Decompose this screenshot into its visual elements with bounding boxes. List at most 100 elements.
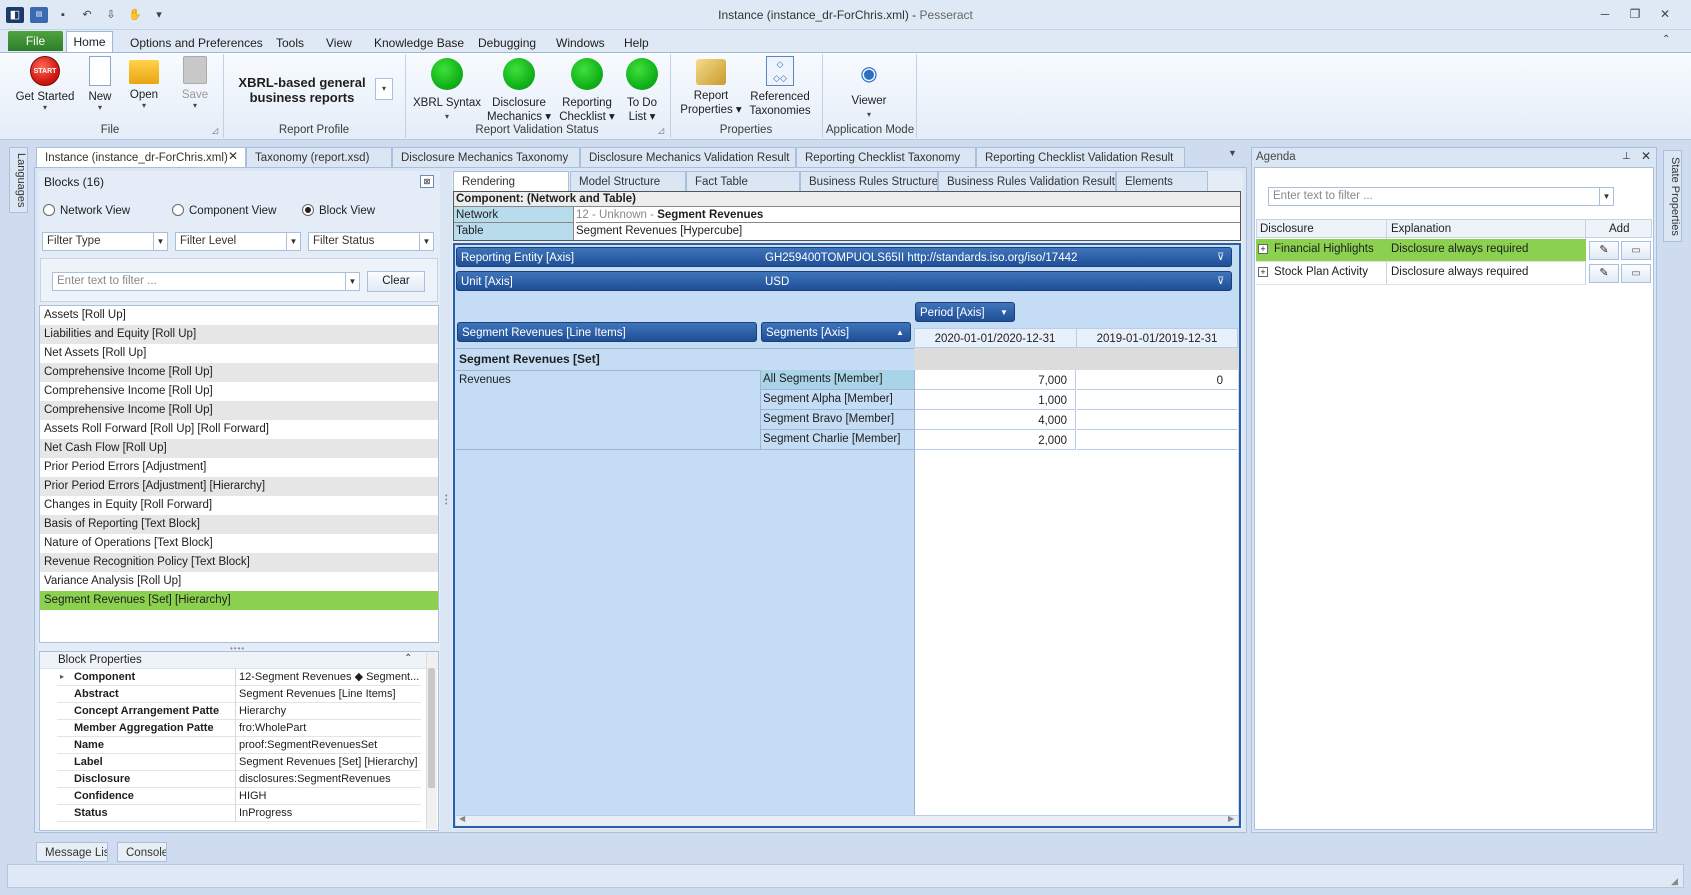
tab-business-rules-validation[interactable]: Business Rules Validation Results (938, 171, 1116, 191)
block-list-item[interactable]: Net Cash Flow [Roll Up] (40, 439, 438, 458)
tab-list-dropdown-icon[interactable]: ▼ (1228, 148, 1237, 158)
get-started-button[interactable]: START Get Started ▾ (14, 56, 76, 112)
tab-taxonomy[interactable]: Taxonomy (report.xsd) (246, 147, 392, 167)
tab-reporting-checklist-taxonomy[interactable]: Reporting Checklist Taxonomy (796, 147, 976, 167)
column-add[interactable]: Add (1609, 220, 1629, 238)
tab-home[interactable]: Home (66, 31, 113, 53)
tab-reporting-checklist-validation[interactable]: Reporting Checklist Validation Result (976, 147, 1185, 167)
state-properties-side-tab[interactable]: State Properties (1663, 150, 1682, 242)
filter-level-combo[interactable]: Filter Level ▼ (175, 232, 301, 251)
disclosure-mechanics-button[interactable]: Disclosure Mechanics ▾ (484, 56, 554, 124)
to-do-list-button[interactable]: To Do List ▾ (616, 56, 668, 124)
new-button[interactable]: New ▾ (84, 56, 116, 112)
tab-options[interactable]: Options and Preferences (130, 34, 263, 52)
dialog-launcher-icon[interactable]: ◿ (658, 126, 664, 135)
scroll-right-icon[interactable]: ▶ (1228, 814, 1234, 823)
tab-tools[interactable]: Tools (276, 34, 304, 52)
filter-type-combo[interactable]: Filter Type ▼ (42, 232, 168, 251)
viewer-button[interactable]: ◉ Viewer ▾ (832, 56, 906, 119)
close-agenda-icon[interactable]: ✕ (1641, 149, 1651, 163)
property-value[interactable]: Hierarchy (235, 703, 421, 720)
property-row[interactable]: Concept Arrangement Patte Hierarchy (57, 703, 421, 720)
collapse-icon[interactable]: ⌃ (404, 653, 412, 664)
add-wand-button[interactable]: ✎ (1589, 264, 1619, 283)
block-list-item[interactable]: Comprehensive Income [Roll Up] (40, 363, 438, 382)
report-profile-dropdown[interactable]: ▾ (375, 78, 393, 100)
close-tab-icon[interactable]: ✕ (228, 149, 238, 163)
property-row[interactable]: Component 12-Segment Revenues ◆ Segment..… (57, 669, 421, 686)
tab-elements[interactable]: Elements (1116, 171, 1208, 191)
customize-icon[interactable]: ▾ (150, 7, 168, 23)
scroll-left-icon[interactable]: ◀ (459, 814, 465, 823)
value-2019[interactable] (1077, 430, 1237, 450)
tab-business-rules-structure[interactable]: Business Rules Structure (800, 171, 938, 191)
property-row[interactable]: Name proof:SegmentRevenuesSet (57, 737, 421, 754)
value-2019[interactable]: 0 (1077, 370, 1237, 390)
value-2020[interactable]: 2,000 (915, 430, 1076, 450)
tab-windows[interactable]: Windows (556, 34, 605, 52)
tab-disclosure-mechanics-validation[interactable]: Disclosure Mechanics Validation Result (580, 147, 796, 167)
minimize-button[interactable]: ─ (1594, 6, 1616, 22)
block-list-item[interactable]: Liabilities and Equity [Roll Up] (40, 325, 438, 344)
property-row[interactable]: Member Aggregation Patte fro:WholePart (57, 720, 421, 737)
block-list-item[interactable]: Variance Analysis [Roll Up] (40, 572, 438, 591)
property-row[interactable]: Status InProgress (57, 805, 421, 822)
property-value[interactable]: Segment Revenues [Set] [Hierarchy] (235, 754, 421, 771)
tab-model-structure[interactable]: Model Structure (570, 171, 686, 191)
block-list-item[interactable]: Nature of Operations [Text Block] (40, 534, 438, 553)
property-row[interactable]: Disclosure disclosures:SegmentRevenues (57, 771, 421, 788)
tab-knowledge-base[interactable]: Knowledge Base (374, 34, 464, 52)
block-list-item[interactable]: Assets [Roll Up] (40, 306, 438, 325)
expand-icon[interactable]: + (1258, 244, 1268, 254)
add-wand-button[interactable]: ✎ (1589, 241, 1619, 260)
value-2019[interactable] (1077, 410, 1237, 430)
export-icon[interactable]: ⇩ (102, 7, 120, 23)
tab-disclosure-mechanics-taxonomy[interactable]: Disclosure Mechanics Taxonomy (392, 147, 580, 167)
unit-axis[interactable]: Unit [Axis] USD ⊽ (456, 271, 1232, 291)
value-2020[interactable]: 1,000 (915, 390, 1076, 410)
network-view-radio[interactable]: Network View (43, 204, 130, 217)
property-value[interactable]: disclosures:SegmentRevenues (235, 771, 421, 788)
xbrl-syntax-button[interactable]: XBRL Syntax ▾ (412, 56, 482, 121)
app-icon[interactable]: ◧ (6, 7, 24, 23)
property-value[interactable]: HIGH (235, 788, 421, 805)
close-button[interactable]: ✕ (1654, 6, 1676, 22)
add-form-button[interactable]: ▭ (1621, 264, 1651, 283)
value-2020[interactable]: 7,000 (915, 370, 1076, 390)
dialog-launcher-icon[interactable]: ◿ (212, 126, 218, 135)
block-list-item[interactable]: Changes in Equity [Roll Forward] (40, 496, 438, 515)
pan-icon[interactable]: ✋ (126, 7, 144, 23)
block-list-item[interactable]: Prior Period Errors [Adjustment] (40, 458, 438, 477)
tab-fact-table[interactable]: Fact Table (686, 171, 800, 191)
tab-console[interactable]: Console (117, 842, 167, 862)
filter-status-combo[interactable]: Filter Status ▼ (308, 232, 434, 251)
expand-icon[interactable]: + (1258, 267, 1268, 277)
clear-button[interactable]: Clear (367, 271, 425, 292)
reporting-entity-axis[interactable]: Reporting Entity [Axis] GH259400TOMPUOLS… (456, 247, 1232, 267)
segments-axis[interactable]: Segments [Axis] ▲ (761, 322, 911, 342)
add-form-button[interactable]: ▭ (1621, 241, 1651, 260)
property-row[interactable]: Abstract Segment Revenues [Line Items] (57, 686, 421, 703)
vertical-splitter-grip[interactable]: • • • (445, 493, 447, 508)
save-button[interactable]: Save ▾ (178, 56, 212, 110)
block-list-item[interactable]: Revenue Recognition Policy [Text Block] (40, 553, 438, 572)
report-properties-button[interactable]: Report Properties ▾ (676, 56, 746, 117)
value-2019[interactable] (1077, 390, 1237, 410)
expand-icon[interactable]: ▸ (60, 669, 64, 685)
column-disclosure[interactable]: Disclosure (1260, 220, 1314, 238)
resize-grip-icon[interactable]: ◢ (1671, 876, 1678, 887)
agenda-filter-input[interactable]: Enter text to filter ... ▼ (1268, 187, 1614, 206)
referenced-taxonomies-button[interactable]: ◇ ◇◇ Referenced Taxonomies (744, 56, 816, 118)
property-value[interactable]: proof:SegmentRevenuesSet (235, 737, 421, 754)
tab-message-list[interactable]: Message List (36, 842, 108, 862)
blocks-filter-input[interactable]: Enter text to filter ... ▼ (52, 272, 360, 291)
block-view-radio[interactable]: Block View (302, 204, 375, 217)
undo-icon[interactable]: ↶ (78, 7, 96, 23)
property-row[interactable]: Label Segment Revenues [Set] [Hierarchy] (57, 754, 421, 771)
restore-button[interactable]: ❐ (1624, 6, 1646, 22)
block-list-item[interactable]: Comprehensive Income [Roll Up] (40, 382, 438, 401)
block-list-item[interactable]: Net Assets [Roll Up] (40, 344, 438, 363)
languages-side-tab[interactable]: Languages (9, 147, 28, 213)
property-value[interactable]: InProgress (235, 805, 421, 822)
column-explanation[interactable]: Explanation (1391, 220, 1451, 238)
